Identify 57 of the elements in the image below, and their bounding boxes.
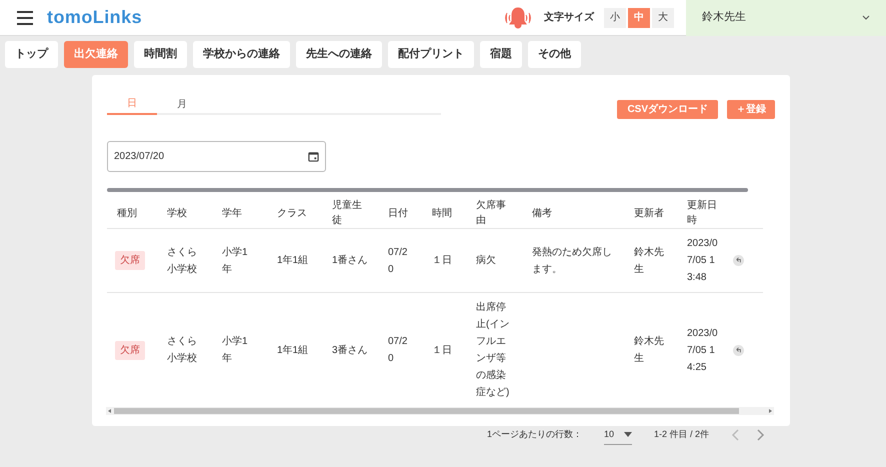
dropdown-icon [624, 432, 632, 437]
column-header: 児童生徒 [332, 200, 362, 226]
table-cell: 07/20 [388, 246, 408, 274]
view-tab[interactable]: 月 [157, 93, 207, 115]
table-cell: １日 [432, 255, 452, 266]
column-header: 種別 [117, 208, 137, 218]
table-cell: １日 [432, 344, 452, 356]
nav-tab[interactable]: 配付プリント [388, 41, 474, 68]
column-header: クラス [277, 208, 307, 218]
column-header: 備考 [532, 208, 552, 218]
logo: tomoLinks [47, 6, 142, 29]
table-cell: 出席停止(インフルエンザ等の感染症など) [476, 302, 510, 398]
table-cell: 1年1組 [277, 344, 308, 356]
column-header: 欠席事由 [476, 200, 506, 226]
nav-tab[interactable]: 学校からの連絡 [193, 41, 290, 68]
undo-icon[interactable] [733, 344, 744, 356]
nav-tab[interactable]: 時間割 [134, 41, 187, 68]
column-header: 更新者 [634, 208, 664, 218]
font-size-label: 文字サイズ [544, 10, 594, 25]
table-cell: 発熱のため欠席します。 [532, 246, 612, 274]
date-field[interactable]: 2023/07/20 [107, 141, 326, 172]
column-header: 学校 [167, 208, 187, 218]
menu-icon[interactable] [17, 10, 33, 24]
column-header: 時間 [432, 208, 452, 218]
table-cell: さくら小学校 [167, 336, 197, 364]
bell-icon [502, 6, 534, 30]
table-cell: 小学1年 [222, 336, 248, 364]
table-cell: さくら小学校 [167, 246, 197, 274]
table-cell: 病欠 [476, 255, 496, 266]
table-cell: 小学1年 [222, 246, 248, 274]
table-cell: 1番さん [332, 255, 368, 266]
undo-icon[interactable] [733, 255, 744, 266]
calendar-icon [308, 151, 319, 162]
table-cell: 07/20 [388, 336, 408, 364]
nav-tab[interactable]: 先生への連絡 [296, 41, 382, 68]
table-cell: 2023/07/05 13:48 [687, 238, 718, 283]
chevron-down-icon [862, 15, 870, 20]
user-dropdown[interactable]: 鈴木先生 [686, 0, 886, 36]
nav-tab[interactable]: 宿題 [480, 41, 522, 68]
status-badge: 欠席 [115, 251, 145, 270]
status-badge: 欠席 [115, 340, 145, 360]
nav-tab[interactable]: その他 [528, 41, 581, 68]
column-header: 更新日時 [687, 200, 717, 226]
column-header: 学年 [222, 208, 242, 218]
horizontal-scrollbar[interactable] [106, 407, 774, 415]
rows-per-page-select[interactable]: 10 [604, 425, 632, 445]
table-cell: 2023/07/05 14:25 [687, 328, 718, 372]
nav-tab[interactable]: トップ [5, 41, 58, 68]
column-header: 日付 [388, 208, 408, 218]
rows-per-page-label: 1ページあたりの行数： [486, 428, 582, 442]
font-size-button[interactable]: 小 [604, 8, 626, 28]
table-cell: 鈴木先生 [634, 246, 664, 274]
table-cell: 3番さん [332, 344, 368, 356]
font-size-button[interactable]: 大 [652, 8, 674, 28]
table-cell: 1年1組 [277, 255, 308, 266]
page-range: 1-2 件目 / 2件 [654, 428, 709, 442]
table-cell: 鈴木先生 [634, 336, 664, 364]
